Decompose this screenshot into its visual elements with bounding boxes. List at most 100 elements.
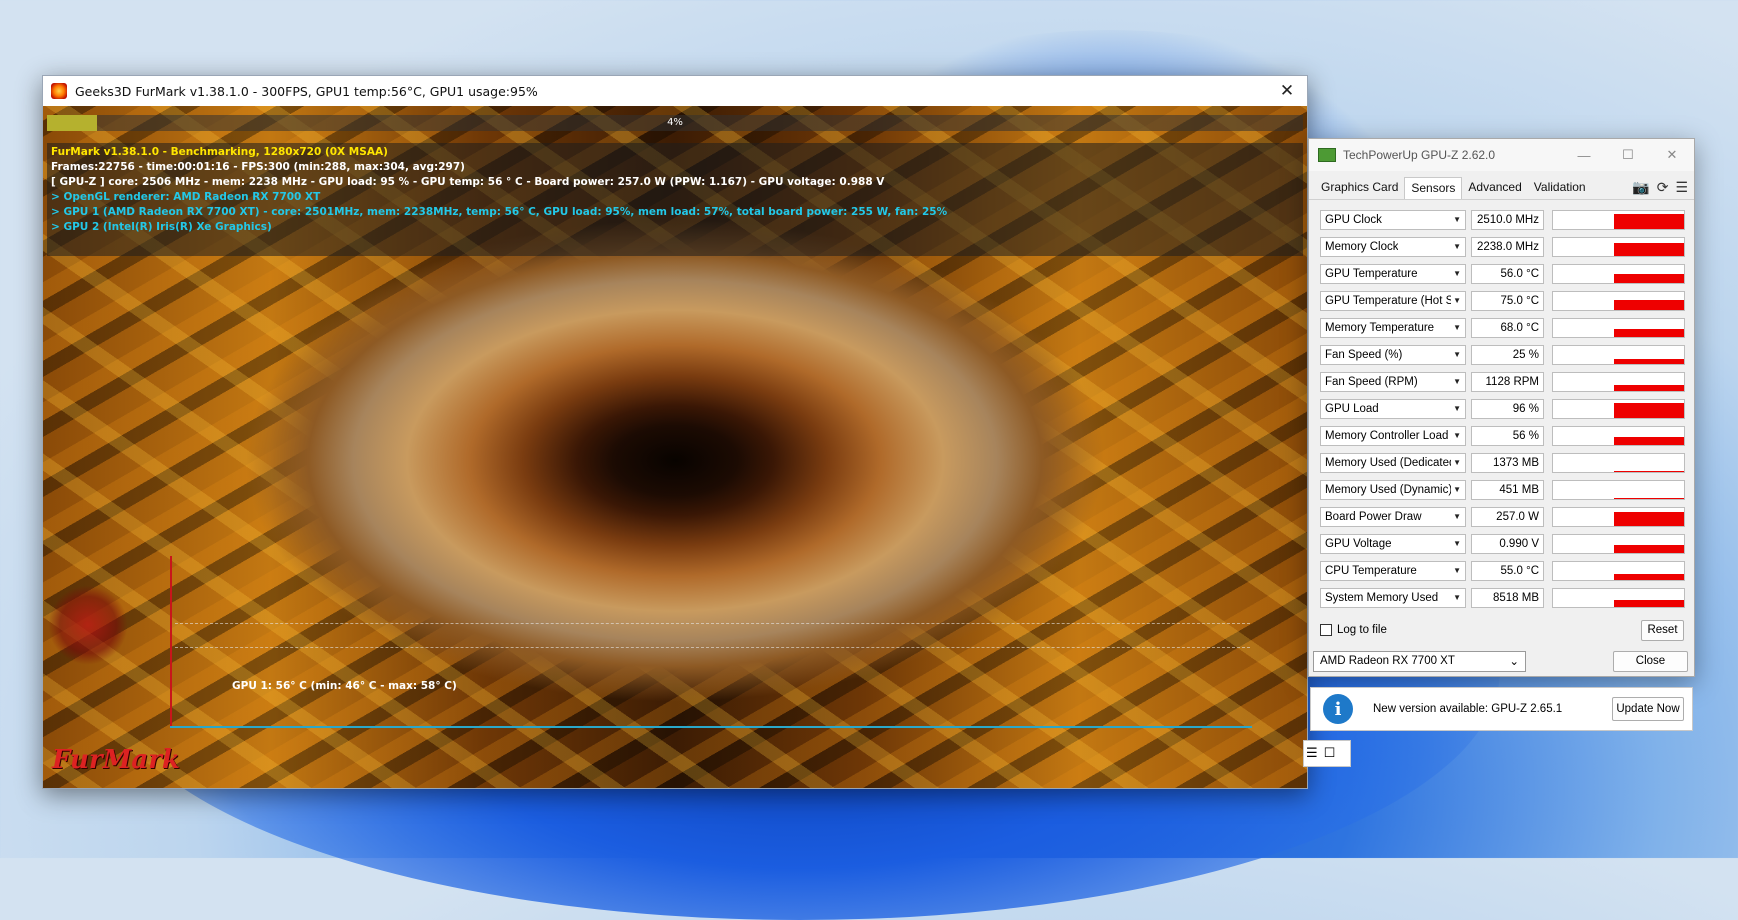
update-notification: i New version available: GPU-Z 2.65.1 Up… <box>1310 687 1693 731</box>
dropdown-arrow-icon: ▼ <box>1453 539 1461 548</box>
device-select[interactable]: AMD Radeon RX 7700 XT ⌄ <box>1313 650 1526 672</box>
info-line-gpu2: > GPU 2 (Intel(R) Iris(R) Xe Graphics) <box>51 221 272 233</box>
dropdown-arrow-icon: ▼ <box>1453 215 1461 224</box>
info-line-version: FurMark v1.38.1.0 - Benchmarking, 1280x7… <box>51 146 388 158</box>
sensor-select[interactable]: Memory Temperature ▼ <box>1320 317 1466 338</box>
sensor-label: GPU Load <box>1325 402 1379 415</box>
update-now-button[interactable]: Update Now <box>1612 697 1684 721</box>
sensor-graph <box>1552 209 1685 230</box>
gpuz-mini-toolbar: ☰ ☐ <box>1303 740 1351 767</box>
sensor-label: Fan Speed (RPM) <box>1325 375 1418 388</box>
sensor-graph <box>1552 236 1685 257</box>
gpuz-toolbar: 📷 ⟳ ☰ <box>1632 179 1688 196</box>
device-select-value: AMD Radeon RX 7700 XT <box>1320 655 1455 667</box>
sensor-select[interactable]: GPU Temperature (Hot Spot)▼ <box>1320 290 1466 311</box>
sensor-row: CPU Temperature ▼ 55.0 °C <box>1309 557 1694 584</box>
sensor-row: GPU Temperature ▼ 56.0 °C <box>1309 260 1694 287</box>
sensor-label: Memory Clock <box>1325 240 1399 253</box>
sensor-graph <box>1552 452 1685 473</box>
sensor-graph-fill <box>1614 511 1684 526</box>
furmark-window-title: Geeks3D FurMark v1.38.1.0 - 300FPS, GPU1… <box>75 83 538 99</box>
sensor-row: Memory Used (Dedicated) ▼ 1373 MB <box>1309 449 1694 476</box>
list-icon[interactable]: ☰ <box>1306 746 1318 761</box>
sensor-label: Memory Used (Dynamic) <box>1325 483 1452 496</box>
sensor-row: Memory Controller Load ▼ 56 % <box>1309 422 1694 449</box>
sensor-value: 451 MB <box>1471 479 1544 500</box>
sensor-label: GPU Temperature (Hot Spot) <box>1325 294 1451 307</box>
sensor-label: Memory Temperature <box>1325 321 1435 334</box>
dropdown-arrow-icon: ▼ <box>1453 242 1461 251</box>
sensor-graph-fill <box>1614 436 1684 445</box>
sensor-label: GPU Temperature <box>1325 267 1418 280</box>
gpuz-maximize-button[interactable]: ☐ <box>1606 147 1650 163</box>
sensor-select[interactable]: Fan Speed (RPM) ▼ <box>1320 371 1466 392</box>
sensor-value: 257.0 W <box>1471 506 1544 527</box>
sensor-label: Memory Used (Dedicated) <box>1325 456 1452 469</box>
sensor-graph-fill <box>1614 299 1684 310</box>
gpuz-window[interactable]: TechPowerUp GPU-Z 2.62.0 — ☐ ✕ Graphics … <box>1308 138 1695 677</box>
sensor-select[interactable]: CPU Temperature ▼ <box>1320 560 1466 581</box>
gpuz-titlebar[interactable]: TechPowerUp GPU-Z 2.62.0 — ☐ ✕ <box>1309 139 1694 171</box>
sensor-select[interactable]: GPU Voltage ▼ <box>1320 533 1466 554</box>
furmark-titlebar[interactable]: Geeks3D FurMark v1.38.1.0 - 300FPS, GPU1… <box>43 76 1307 106</box>
sensor-label: System Memory Used <box>1325 591 1439 604</box>
sensor-graph <box>1552 533 1685 554</box>
dropdown-arrow-icon: ▼ <box>1453 593 1461 602</box>
tab-graphics-card[interactable]: Graphics Card <box>1315 177 1404 199</box>
dropdown-arrow-icon: ▼ <box>1453 512 1461 521</box>
info-icon: i <box>1323 694 1353 724</box>
sensor-value: 75.0 °C <box>1471 290 1544 311</box>
sensor-label: Memory Controller Load <box>1325 429 1449 442</box>
gpuz-close-window-button[interactable]: ✕ <box>1650 147 1694 163</box>
tab-validation[interactable]: Validation <box>1528 177 1592 199</box>
sensor-select[interactable]: System Memory Used ▼ <box>1320 587 1466 608</box>
sensor-select[interactable]: GPU Clock ▼ <box>1320 209 1466 230</box>
furmark-close-button[interactable]: ✕ <box>1267 81 1307 101</box>
refresh-icon[interactable]: ⟳ <box>1657 179 1669 196</box>
sensor-select[interactable]: GPU Load ▼ <box>1320 398 1466 419</box>
tab-sensors[interactable]: Sensors <box>1404 177 1463 199</box>
temp-graph-max-line <box>175 623 1250 624</box>
reset-button[interactable]: Reset <box>1641 619 1684 641</box>
camera-icon[interactable]: 📷 <box>1632 179 1649 196</box>
gpuz-minimize-button[interactable]: — <box>1562 148 1606 163</box>
window-icon[interactable]: ☐ <box>1324 746 1336 761</box>
sensor-graph <box>1552 317 1685 338</box>
close-button[interactable]: Close <box>1613 650 1688 672</box>
log-to-file-checkbox[interactable]: Log to file <box>1320 624 1387 636</box>
dropdown-arrow-icon: ▼ <box>1453 404 1461 413</box>
sensor-value: 56 % <box>1471 425 1544 446</box>
sensor-row: Board Power Draw ▼ 257.0 W <box>1309 503 1694 530</box>
benchmark-info-panel: FurMark v1.38.1.0 - Benchmarking, 1280x7… <box>47 143 1303 256</box>
sensor-select[interactable]: GPU Temperature ▼ <box>1320 263 1466 284</box>
sensor-graph <box>1552 263 1685 284</box>
sensor-graph <box>1552 425 1685 446</box>
sensor-graph <box>1552 479 1685 500</box>
info-line-renderer: > OpenGL renderer: AMD Radeon RX 7700 XT <box>51 191 321 203</box>
sensor-graph-fill <box>1614 573 1684 580</box>
dropdown-arrow-icon: ▼ <box>1453 458 1461 467</box>
sensor-select[interactable]: Memory Clock ▼ <box>1320 236 1466 257</box>
gpuz-window-title: TechPowerUp GPU-Z 2.62.0 <box>1343 148 1496 162</box>
sensor-select[interactable]: Fan Speed (%) ▼ <box>1320 344 1466 365</box>
menu-icon[interactable]: ☰ <box>1675 179 1688 196</box>
benchmark-progress-label: 4% <box>667 117 683 128</box>
sensor-select[interactable]: Memory Controller Load ▼ <box>1320 425 1466 446</box>
sensor-select[interactable]: Memory Used (Dedicated) ▼ <box>1320 452 1466 473</box>
sensor-select[interactable]: Board Power Draw ▼ <box>1320 506 1466 527</box>
sensor-value: 56.0 °C <box>1471 263 1544 284</box>
sensor-value: 96 % <box>1471 398 1544 419</box>
tab-advanced[interactable]: Advanced <box>1462 177 1527 199</box>
dropdown-arrow-icon: ▼ <box>1453 431 1461 440</box>
gpuz-tab-bar: Graphics Card Sensors Advanced Validatio… <box>1309 177 1694 200</box>
sensor-graph <box>1552 506 1685 527</box>
sensor-value: 25 % <box>1471 344 1544 365</box>
sensor-row: GPU Voltage ▼ 0.990 V <box>1309 530 1694 557</box>
checkbox-box[interactable] <box>1320 624 1332 636</box>
sensor-graph-fill <box>1614 384 1684 391</box>
sensor-select[interactable]: Memory Used (Dynamic) ▼ <box>1320 479 1466 500</box>
sensor-graph <box>1552 290 1685 311</box>
temp-graph-x-axis <box>170 726 1252 728</box>
sensor-label: Board Power Draw <box>1325 510 1422 523</box>
sensor-value: 2510.0 MHz <box>1471 209 1544 230</box>
